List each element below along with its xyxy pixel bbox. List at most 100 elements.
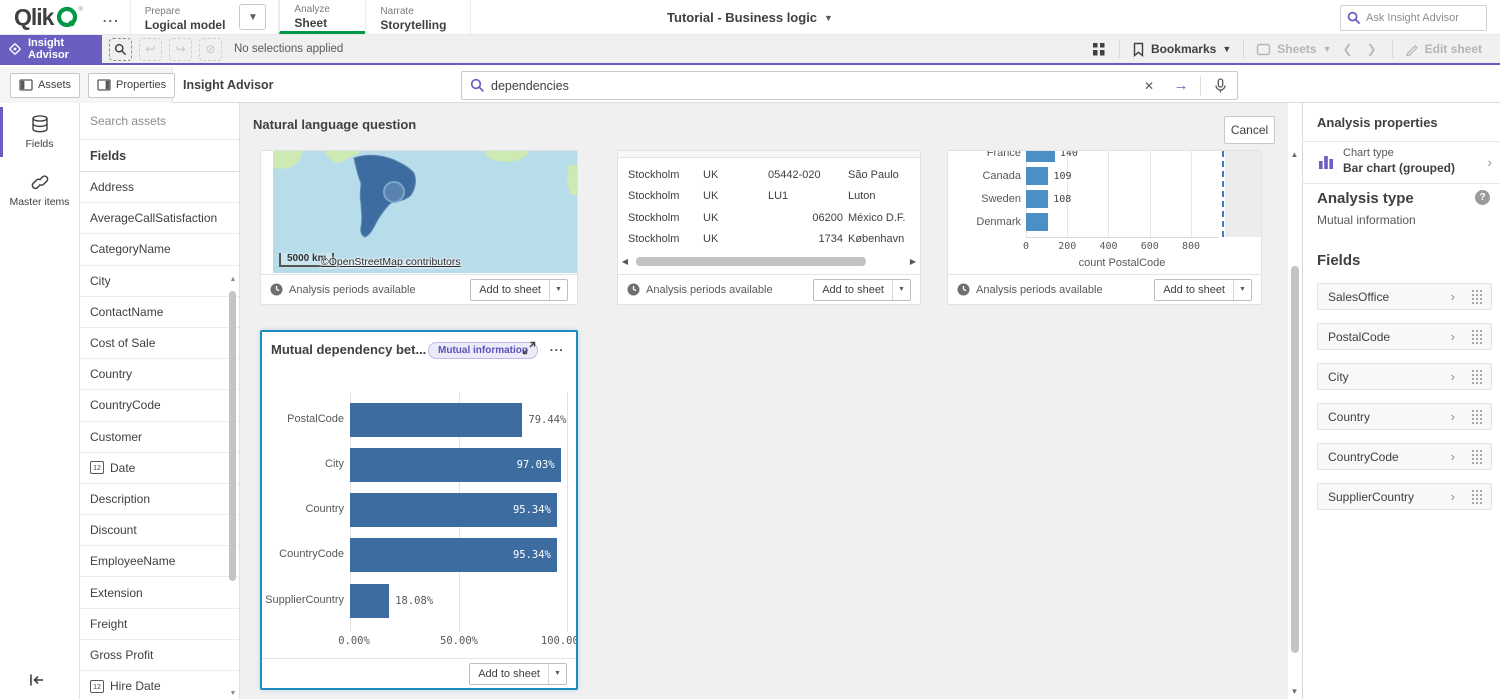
asset-list-item[interactable]: 12Hire Date bbox=[80, 671, 239, 699]
asset-list-item[interactable]: Address bbox=[80, 172, 239, 203]
map-visualization[interactable]: 5000 km ©OpenStreetMap contributors bbox=[273, 151, 577, 273]
table-row[interactable]: StockholmUK1734København bbox=[618, 229, 920, 251]
asset-list-item[interactable]: Cost of Sale bbox=[80, 328, 239, 359]
tab-narrate[interactable]: Narrate Storytelling bbox=[365, 0, 471, 34]
properties-panel-button[interactable]: Properties bbox=[88, 73, 175, 98]
drag-handle-icon[interactable] bbox=[1471, 409, 1483, 424]
bar[interactable] bbox=[350, 403, 522, 437]
scroll-left-icon[interactable]: ◀ bbox=[618, 257, 632, 266]
next-sheet-button[interactable]: ❯ bbox=[1360, 42, 1384, 56]
cancel-button[interactable]: Cancel bbox=[1224, 116, 1275, 144]
previous-sheet-button[interactable]: ❮ bbox=[1336, 42, 1360, 56]
chevron-right-icon[interactable]: › bbox=[1451, 329, 1455, 344]
step-back-icon[interactable]: ↩ bbox=[139, 38, 162, 61]
asset-list-item[interactable]: 12Date bbox=[80, 453, 239, 484]
insight-advisor-button[interactable]: Insight Advisor bbox=[0, 35, 102, 63]
chevron-right-icon[interactable]: › bbox=[1451, 369, 1455, 384]
osm-attribution-link[interactable]: ©OpenStreetMap contributors bbox=[321, 256, 461, 268]
asset-list-item[interactable]: Extension bbox=[80, 577, 239, 608]
asset-list-item[interactable]: City bbox=[80, 266, 239, 297]
drag-handle-icon[interactable] bbox=[1471, 329, 1483, 344]
asset-list-item[interactable]: Discount bbox=[80, 515, 239, 546]
table-row[interactable]: StockholmUK06200México D.F. bbox=[618, 207, 920, 229]
add-to-sheet-button[interactable]: Add to sheet ▼ bbox=[469, 663, 567, 685]
add-to-sheet-button[interactable]: Add to sheet ▼ bbox=[470, 279, 568, 301]
bar-chart-card-count-postalcode[interactable]: France140Canada109Sweden108Denmark 02004… bbox=[947, 150, 1262, 305]
scroll-up-icon[interactable]: ▲ bbox=[1288, 150, 1301, 162]
app-title-menu[interactable]: Tutorial - Business logic ▼ bbox=[667, 0, 833, 35]
ask-insight-advisor-input[interactable] bbox=[1366, 12, 1480, 24]
insight-advisor-search-input[interactable] bbox=[491, 79, 1130, 93]
help-icon[interactable]: ? bbox=[1475, 190, 1490, 205]
asset-list-item[interactable]: Country bbox=[80, 359, 239, 390]
add-to-sheet-button[interactable]: Add to sheet ▼ bbox=[813, 279, 911, 301]
collapse-panel-icon[interactable] bbox=[26, 669, 48, 691]
analysis-field-row[interactable]: Country› bbox=[1317, 403, 1492, 430]
asset-list-item[interactable]: ContactName bbox=[80, 297, 239, 328]
mutual-dependency-chart-card[interactable]: Mutual dependency bet... Mutual informat… bbox=[260, 330, 578, 690]
analysis-field-row[interactable]: SalesOffice› bbox=[1317, 283, 1492, 310]
search-assets-input[interactable] bbox=[80, 103, 239, 140]
analysis-field-row[interactable]: PostalCode› bbox=[1317, 323, 1492, 350]
asset-list-item[interactable]: CategoryName bbox=[80, 234, 239, 265]
scrollbar-thumb[interactable] bbox=[1291, 266, 1299, 653]
smart-search-icon[interactable] bbox=[109, 38, 132, 61]
table-row[interactable]: StockholmUKLU1Luton bbox=[618, 186, 920, 208]
scrollbar-track[interactable] bbox=[632, 257, 906, 266]
chevron-down-icon[interactable]: ▼ bbox=[892, 280, 910, 300]
asset-list-item[interactable]: Customer bbox=[80, 422, 239, 453]
submit-search-icon[interactable]: → bbox=[1168, 73, 1194, 99]
drag-handle-icon[interactable] bbox=[1471, 489, 1483, 504]
analysis-field-row[interactable]: SupplierCountry› bbox=[1317, 483, 1492, 510]
assets-panel-button[interactable]: Assets bbox=[10, 73, 80, 98]
scrollbar-thumb[interactable] bbox=[229, 291, 236, 581]
chevron-down-icon[interactable]: ▼ bbox=[239, 4, 266, 30]
chevron-right-icon[interactable]: › bbox=[1451, 489, 1455, 504]
qlik-logo[interactable]: Qlik ® bbox=[0, 0, 93, 34]
chevron-right-icon[interactable]: › bbox=[1451, 289, 1455, 304]
drag-handle-icon[interactable] bbox=[1471, 289, 1483, 304]
scroll-up-icon[interactable]: ▲ bbox=[228, 275, 238, 285]
asset-list-item[interactable]: EmployeeName bbox=[80, 546, 239, 577]
asset-list-item[interactable]: CountryCode bbox=[80, 390, 239, 421]
chevron-down-icon[interactable]: ▼ bbox=[548, 664, 566, 684]
more-menu-button[interactable]: ... bbox=[93, 0, 130, 34]
chevron-down-icon[interactable]: ▼ bbox=[1233, 280, 1251, 300]
edit-sheet-button[interactable]: Edit sheet bbox=[1401, 42, 1486, 56]
drag-handle-icon[interactable] bbox=[1471, 449, 1483, 464]
bar[interactable] bbox=[1026, 190, 1048, 208]
chevron-right-icon[interactable]: › bbox=[1451, 409, 1455, 424]
table-chart-card[interactable]: StockholmUK05442-020São PauloStockholmUK… bbox=[617, 150, 921, 305]
table-row[interactable]: StockholmUK05442-020São Paulo bbox=[618, 164, 920, 186]
step-forward-icon[interactable]: ↪ bbox=[169, 38, 192, 61]
scroll-right-icon[interactable]: ▶ bbox=[906, 257, 920, 266]
scroll-down-icon[interactable]: ▼ bbox=[1288, 687, 1301, 699]
bookmarks-button[interactable]: Bookmarks ▼ bbox=[1128, 42, 1235, 57]
tab-prepare[interactable]: Prepare Logical model bbox=[130, 0, 240, 34]
clear-search-icon[interactable]: ✕ bbox=[1136, 73, 1162, 99]
bar[interactable] bbox=[350, 584, 389, 618]
analysis-field-row[interactable]: City› bbox=[1317, 363, 1492, 390]
analysis-field-row[interactable]: CountryCode› bbox=[1317, 443, 1492, 470]
chart-type-row[interactable]: Chart type Bar chart (grouped) › bbox=[1303, 142, 1500, 183]
microphone-icon[interactable] bbox=[1207, 73, 1233, 99]
rail-item-fields[interactable]: Fields bbox=[0, 103, 79, 161]
bar[interactable] bbox=[1026, 213, 1048, 231]
bar[interactable] bbox=[1026, 167, 1048, 185]
chevron-right-icon[interactable]: › bbox=[1451, 449, 1455, 464]
expand-icon[interactable] bbox=[521, 340, 539, 358]
asset-list-item[interactable]: Freight bbox=[80, 609, 239, 640]
bar[interactable] bbox=[1026, 151, 1055, 162]
more-options-icon[interactable]: ... bbox=[546, 336, 568, 358]
table-horizontal-scrollbar[interactable]: ◀ ▶ bbox=[618, 251, 920, 271]
asset-list-item[interactable]: AverageCallSatisfaction bbox=[80, 203, 239, 234]
add-to-sheet-button[interactable]: Add to sheet ▼ bbox=[1154, 279, 1252, 301]
asset-list-item[interactable]: Description bbox=[80, 484, 239, 515]
tab-analyze[interactable]: Analyze Sheet bbox=[279, 0, 365, 34]
main-scrollbar[interactable]: ▲ ▼ bbox=[1288, 150, 1301, 699]
sheets-button[interactable]: Sheets ▼ bbox=[1252, 42, 1335, 56]
asset-list-item[interactable]: Gross Profit bbox=[80, 640, 239, 671]
rail-item-master-items[interactable]: Master items bbox=[0, 161, 79, 219]
show-charts-button[interactable] bbox=[1087, 41, 1111, 57]
scrollbar-thumb[interactable] bbox=[636, 257, 866, 266]
